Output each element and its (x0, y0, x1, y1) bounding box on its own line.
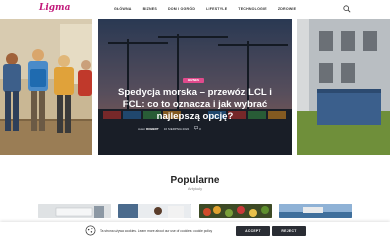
comments: 0 (194, 126, 201, 131)
popular-thumb-4[interactable] (279, 204, 352, 218)
search-icon[interactable] (343, 5, 351, 13)
popular-thumb-3[interactable] (199, 204, 272, 218)
category-badge[interactable]: BIZNES (183, 78, 204, 83)
office-image (118, 204, 191, 218)
slide-featured[interactable]: BIZNES Spedycja morska – przewóz LCL i F… (98, 19, 292, 155)
featured-title[interactable]: Spedycja morska – przewóz LCL i FCL: co … (106, 87, 284, 123)
slide-image-left[interactable] (0, 19, 92, 155)
section-subtitle: Artykuły (187, 186, 203, 191)
vegetables-image (199, 204, 272, 218)
cookie-bar: Ta strona używa cookies. Learn more abou… (0, 222, 390, 240)
building-image (297, 19, 390, 155)
author-label: Autor ROBERT (138, 127, 159, 131)
featured-slider: BIZNES Spedycja morska – przewóz LCL i F… (0, 19, 390, 155)
nav-item-biznes[interactable]: BIZNES (143, 7, 157, 11)
author-name[interactable]: ROBERT (146, 127, 159, 131)
coastal-image (279, 204, 352, 218)
nav-item-dom-i-ogrod[interactable]: DOM I OGRÓD (168, 7, 195, 11)
nav-item-technologie[interactable]: TECHNOLOGIE (238, 7, 267, 11)
section-title: Popularne (170, 175, 220, 186)
schoolchildren-image (0, 19, 92, 155)
main-nav: GŁÓWNA BIZNES DOM I OGRÓD LIFESTYLE TECH… (114, 7, 296, 11)
site-logo[interactable]: Ligma (39, 3, 70, 13)
slide-image-right[interactable] (297, 19, 390, 155)
popular-thumb-1[interactable] (38, 204, 111, 218)
comment-count: 0 (199, 127, 201, 131)
post-date: 16 SIERPNIA 2022 (163, 126, 190, 131)
site-header: Ligma GŁÓWNA BIZNES DOM I OGRÓD LIFESTYL… (0, 0, 390, 19)
cookie-text: Ta strona używa cookies. Learn more abou… (100, 229, 213, 233)
author-prefix: Autor (138, 126, 146, 131)
nav-item-glowna[interactable]: GŁÓWNA (114, 7, 132, 11)
nav-item-lifestyle[interactable]: LIFESTYLE (206, 7, 227, 11)
accept-button[interactable]: ACCEPT (236, 226, 270, 236)
aircon-image (38, 204, 111, 218)
post-meta: Autor ROBERT 16 SIERPNIA 2022 0 (138, 126, 201, 131)
nav-item-zdrowie[interactable]: ZDROWIE (278, 7, 296, 11)
cookie-icon (85, 225, 96, 236)
popular-thumb-2[interactable] (118, 204, 191, 218)
reject-button[interactable]: REJECT (272, 226, 306, 236)
comment-icon (194, 126, 199, 130)
